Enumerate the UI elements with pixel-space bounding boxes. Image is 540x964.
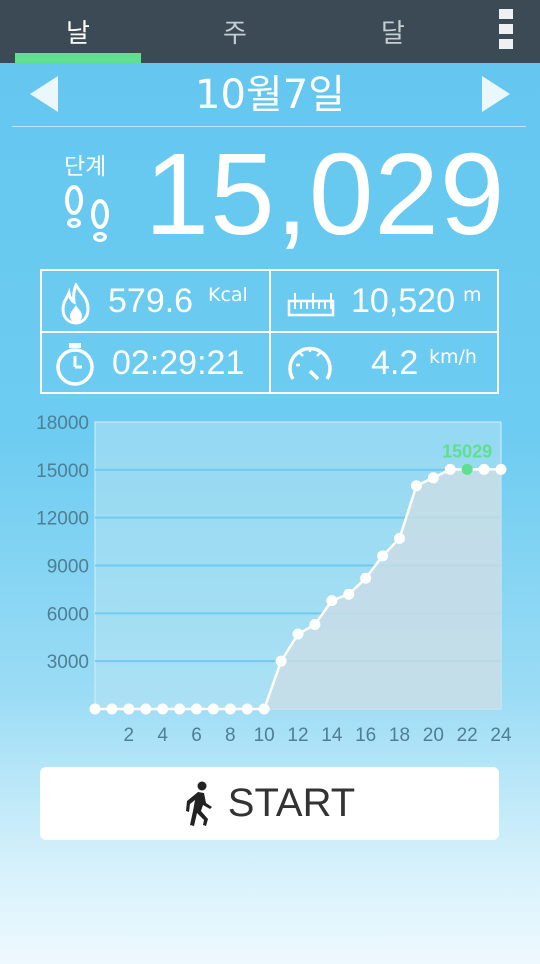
y-tick-label: 18000: [36, 413, 89, 434]
walking-person-icon: [185, 781, 212, 826]
data-point: [444, 463, 456, 475]
x-tick-label: 24: [490, 725, 512, 746]
data-point: [343, 588, 355, 600]
hourly-steps-chart: 300060009000120001500018000 2 4 6 8 10 12 14 16…: [36, 413, 512, 746]
previous-day-icon[interactable]: [30, 76, 58, 112]
x-tick-label: 16: [355, 725, 376, 746]
tab-bar: 날 주 달: [0, 0, 540, 63]
distance-value: 10,520: [351, 282, 455, 320]
duration-cell: 02:29:21: [42, 333, 269, 393]
tab-month[interactable]: 달: [333, 0, 453, 63]
calories-unit: Kcal: [208, 284, 248, 306]
x-tick-label: 2: [124, 725, 135, 746]
data-point: [191, 703, 202, 715]
data-point: [309, 618, 321, 630]
data-point: [106, 703, 118, 715]
x-tick-label: 4: [157, 725, 168, 746]
data-point: [140, 703, 152, 715]
steps-count: 15,029: [144, 129, 506, 259]
ruler-icon: [287, 293, 335, 317]
speed-value: 4.2: [371, 344, 419, 382]
data-point: [174, 703, 186, 715]
stopwatch-icon: [56, 343, 94, 386]
data-point: [241, 703, 253, 715]
data-point: [123, 703, 135, 715]
data-point: [495, 463, 507, 475]
divider: [12, 126, 526, 127]
data-point: [275, 655, 287, 667]
duration-value: 02:29:21: [112, 344, 245, 382]
data-point: [326, 595, 338, 607]
calories-cell: 579.6 Kcal: [42, 271, 269, 331]
data-point: [224, 703, 236, 715]
y-tick-label: 6000: [47, 604, 89, 625]
speedometer-icon: [288, 346, 332, 381]
data-point: [360, 572, 372, 584]
x-tick-label: 14: [321, 725, 343, 746]
overflow-menu-icon[interactable]: [496, 9, 516, 49]
y-tick-label: 15000: [36, 461, 89, 482]
stats-grid: 579.6 Kcal 10,520 m 02:29:21 4.2 km/h: [40, 269, 499, 394]
data-point: [478, 463, 490, 475]
data-point: [377, 550, 389, 562]
footprints-icon: [65, 185, 109, 242]
flame-icon: [61, 283, 90, 325]
y-tick-label: 3000: [47, 652, 89, 673]
tab-week[interactable]: 주: [175, 0, 295, 63]
x-tick-label: 18: [389, 725, 410, 746]
data-point: [157, 703, 169, 715]
x-tick-label: 20: [423, 725, 444, 746]
y-tick-label: 9000: [47, 557, 89, 578]
x-tick-label: 10: [254, 725, 275, 746]
steps-label: 단계: [64, 154, 107, 180]
data-point: [292, 628, 304, 640]
peak-annotation: 15029: [442, 441, 492, 461]
active-tab-indicator: [15, 53, 141, 63]
data-point: [258, 703, 270, 715]
distance-unit: m: [463, 284, 482, 306]
data-point: [207, 703, 219, 715]
distance-cell: 10,520 m: [271, 271, 497, 331]
x-tick-label: 22: [457, 725, 478, 746]
date-navigation: 10월7일: [0, 63, 540, 127]
y-tick-label: 12000: [36, 509, 89, 530]
start-button[interactable]: START: [40, 767, 499, 840]
data-point: [89, 703, 101, 715]
date-title: 10월7일: [195, 72, 345, 118]
data-point: [427, 472, 439, 484]
data-point: [394, 532, 405, 544]
start-button-label: START: [227, 781, 356, 825]
speed-cell: 4.2 km/h: [271, 333, 497, 393]
data-point: [410, 480, 422, 492]
x-tick-label: 8: [225, 725, 236, 746]
next-day-icon[interactable]: [482, 76, 510, 112]
x-tick-label: 6: [191, 725, 202, 746]
x-tick-label: 12: [287, 725, 308, 746]
calories-value: 579.6: [108, 282, 194, 320]
highlighted-data-point: [461, 463, 473, 475]
speed-unit: km/h: [429, 346, 477, 368]
